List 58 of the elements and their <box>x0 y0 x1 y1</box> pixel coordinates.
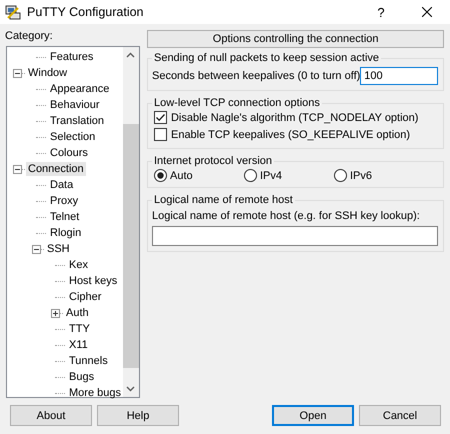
tree-item[interactable]: Cipher <box>67 290 104 304</box>
tree-item[interactable]: Auth <box>64 306 91 320</box>
group-title: Logical name of remote host <box>152 194 294 206</box>
tree-item[interactable]: Data <box>48 178 76 192</box>
tree-item[interactable]: TTY <box>67 322 92 336</box>
checkbox-label[interactable]: Enable TCP keepalives (SO_KEEPALIVE option) <box>170 128 410 140</box>
tree-item[interactable]: Appearance <box>48 82 112 96</box>
panel-header: Options controlling the connection <box>146 30 444 48</box>
tree-item[interactable]: Window <box>26 66 70 80</box>
checkbox-label[interactable]: Disable Nagle's algorithm (TCP_NODELAY option) <box>170 112 418 124</box>
collapse-icon[interactable] <box>32 244 41 254</box>
tree-item[interactable]: Tunnels <box>67 354 110 368</box>
radio-label[interactable]: IPv4 <box>260 170 282 182</box>
checkbox[interactable] <box>154 111 167 124</box>
collapse-icon[interactable] <box>13 164 22 174</box>
field-label: Logical name of remote host (e.g. for SSH key lookup): <box>152 210 421 222</box>
radio-button[interactable] <box>244 169 257 182</box>
tree-item[interactable]: Telnet <box>48 210 82 224</box>
tree-item[interactable]: Selection <box>48 130 98 144</box>
computer-icon <box>5 4 21 20</box>
tree-item[interactable]: Connection <box>26 162 86 176</box>
dialog-button[interactable]: About <box>10 405 92 426</box>
tree-item[interactable]: Bugs <box>67 370 96 384</box>
dialog-button[interactable]: Help <box>97 405 179 426</box>
tree-item[interactable]: Behaviour <box>48 98 102 112</box>
tree-item[interactable]: Features <box>48 50 96 64</box>
host-name-field[interactable] <box>152 226 438 246</box>
help-button[interactable]: ? <box>358 0 404 24</box>
expand-icon[interactable] <box>51 308 60 318</box>
collapse-icon[interactable] <box>13 68 22 78</box>
group-title: Sending of null packets to keep session active <box>152 52 380 64</box>
category-label: Category: <box>5 30 54 44</box>
radio-button[interactable] <box>334 169 347 182</box>
tree-item[interactable]: SSH <box>45 242 72 256</box>
scrollbar[interactable] <box>122 47 139 397</box>
radio-button[interactable] <box>154 169 167 182</box>
tree-item[interactable]: Kex <box>67 258 90 272</box>
tree-item[interactable]: Rlogin <box>48 226 84 240</box>
dialog-button[interactable]: Open <box>272 405 354 426</box>
tree-item[interactable]: Host keys <box>67 274 120 288</box>
radio-label[interactable]: IPv6 <box>350 170 372 182</box>
tree-item[interactable]: Colours <box>48 146 90 160</box>
scroll-down-icon[interactable] <box>126 386 136 392</box>
close-icon <box>422 7 432 17</box>
tree-item[interactable]: Translation <box>48 114 106 128</box>
tree-item[interactable]: Proxy <box>48 194 80 208</box>
dialog-button[interactable]: Cancel <box>359 405 441 426</box>
keepalive-field[interactable]: 100 <box>360 67 438 85</box>
scroll-up-icon[interactable] <box>126 52 136 58</box>
group-title: Internet protocol version <box>152 155 273 167</box>
field-label: Seconds between keepalives (0 to turn off) <box>152 70 360 82</box>
tree-item[interactable]: X11 <box>67 338 90 352</box>
radio-label[interactable]: Auto <box>170 170 193 182</box>
scrollbar-thumb[interactable] <box>122 124 139 368</box>
checkbox[interactable] <box>154 128 167 141</box>
tree-item[interactable]: More bugs <box>67 386 123 400</box>
group-title: Low-level TCP connection options <box>152 97 321 109</box>
window-title: PuTTY Configuration <box>27 5 144 19</box>
